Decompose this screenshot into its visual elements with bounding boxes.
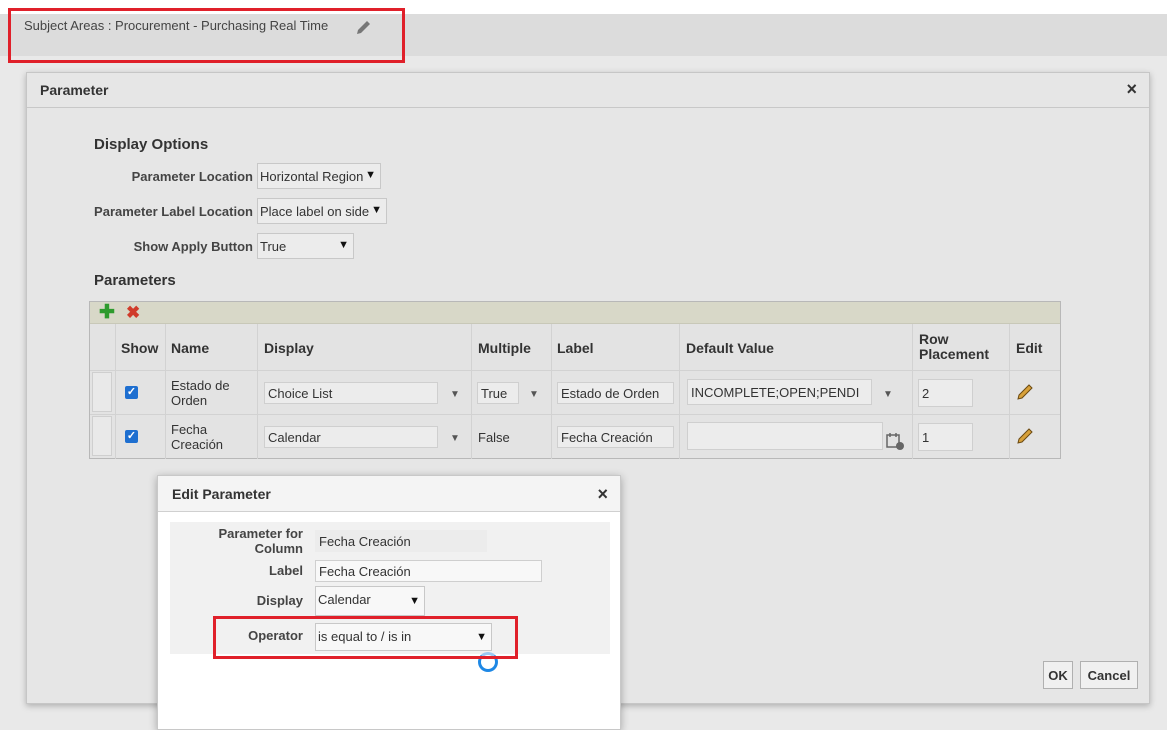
close-icon[interactable]: × <box>597 484 608 505</box>
display-select[interactable]: Calendar <box>264 426 438 448</box>
edit-parameter-header: Edit Parameter × <box>158 476 620 512</box>
calendar-icon[interactable] <box>885 431 905 451</box>
dropdown-arrow-icon: ▼ <box>338 239 349 251</box>
row-handle[interactable] <box>92 372 112 412</box>
row-placement-input[interactable]: 2 <box>918 379 973 407</box>
show-apply-button-label: Show Apply Button <box>133 239 253 254</box>
dropdown-arrow-icon: ▼ <box>409 595 420 607</box>
dialog-title: Parameter <box>40 82 109 98</box>
parameter-location-label: Parameter Location <box>131 169 253 184</box>
parameter-name: Fecha Creación <box>171 422 224 452</box>
parameter-for-column-value: Fecha Creación <box>315 530 487 552</box>
highlight-operator <box>213 616 518 659</box>
parameter-label-location-label: Parameter Label Location <box>94 204 253 219</box>
display-field-label: Display <box>256 593 303 608</box>
show-apply-button-select[interactable]: True ▼ <box>257 233 354 259</box>
column-header-row-placement: Row Placement <box>919 331 990 362</box>
multiple-value: False <box>478 430 510 445</box>
parameter-name: Estado de Orden <box>171 378 230 408</box>
cancel-button[interactable]: Cancel <box>1080 661 1138 689</box>
row-placement-value: 2 <box>922 386 930 401</box>
column-header-show: Show <box>121 340 159 356</box>
parameter-label-location-value: Place label on side <box>260 204 370 219</box>
pencil-icon[interactable] <box>1016 383 1034 401</box>
display-value: Calendar <box>268 430 321 445</box>
default-value-select[interactable]: INCOMPLETE;OPEN;PENDI <box>687 379 872 405</box>
column-header-display: Display <box>264 340 314 356</box>
display-select[interactable]: Calendar ▼ <box>315 586 425 616</box>
column-header-edit: Edit <box>1016 340 1043 356</box>
column-header-default-value: Default Value <box>686 340 774 356</box>
plus-icon[interactable]: ✚ <box>99 303 115 323</box>
close-icon[interactable]: × <box>1126 79 1137 100</box>
table-toolbar: ✚ ✖ <box>90 302 1060 324</box>
default-value-input[interactable] <box>687 422 883 450</box>
display-options-heading: Display Options <box>94 136 209 153</box>
column-header-name: Name <box>171 340 210 356</box>
dropdown-arrow-icon: ▼ <box>365 169 376 181</box>
dropdown-arrow-icon[interactable]: ▼ <box>450 433 460 444</box>
show-checkbox[interactable]: ✓ <box>125 430 138 443</box>
dropdown-arrow-icon[interactable]: ▼ <box>529 389 539 400</box>
label-value: Fecha Creación <box>561 430 653 445</box>
label-input[interactable]: Estado de Orden <box>557 382 674 404</box>
delete-x-icon[interactable]: ✖ <box>126 303 140 323</box>
column-header-label: Label <box>557 340 594 356</box>
label-input[interactable]: Fecha Creación <box>315 560 542 582</box>
display-value: Choice List <box>268 386 333 401</box>
highlight-subject-area <box>8 8 405 63</box>
display-select[interactable]: Choice List <box>264 382 438 404</box>
label-field-label: Label <box>269 563 303 578</box>
show-apply-button-value: True <box>260 239 287 254</box>
edit-parameter-dialog: Edit Parameter × Parameter for Column Fe… <box>157 475 621 730</box>
parameters-heading: Parameters <box>94 272 176 289</box>
parameter-for-column-label: Parameter for Column <box>218 526 303 556</box>
row-placement-input[interactable]: 1 <box>918 423 973 451</box>
edit-parameter-title: Edit Parameter <box>172 486 271 502</box>
pencil-icon[interactable] <box>1016 427 1034 445</box>
dropdown-arrow-icon[interactable]: ▼ <box>883 389 893 400</box>
column-header-multiple: Multiple <box>478 340 531 356</box>
display-select-value: Calendar <box>318 592 371 607</box>
multiple-select[interactable]: True <box>477 382 519 404</box>
parameter-location-select[interactable]: Horizontal Region ▼ <box>257 163 381 189</box>
dropdown-arrow-icon: ▼ <box>371 204 382 216</box>
multiple-value: True <box>481 386 508 401</box>
label-value: Estado de Orden <box>561 386 660 401</box>
parameter-label-location-select[interactable]: Place label on side ▼ <box>257 198 387 224</box>
dropdown-arrow-icon[interactable]: ▼ <box>450 389 460 400</box>
parameter-location-value: Horizontal Region <box>260 169 364 184</box>
default-value: INCOMPLETE;OPEN;PENDI <box>691 385 860 400</box>
title-divider <box>27 107 1149 108</box>
label-input-value: Fecha Creación <box>319 564 411 579</box>
show-checkbox[interactable]: ✓ <box>125 386 138 399</box>
parameters-table: ✚ ✖ Show Name Display Multiple Label Def… <box>89 301 1061 459</box>
label-input[interactable]: Fecha Creación <box>557 426 674 448</box>
row-placement-value: 1 <box>922 430 930 445</box>
row-handle[interactable] <box>92 416 112 456</box>
column-value-text: Fecha Creación <box>319 534 411 549</box>
ok-button[interactable]: OK <box>1043 661 1073 689</box>
